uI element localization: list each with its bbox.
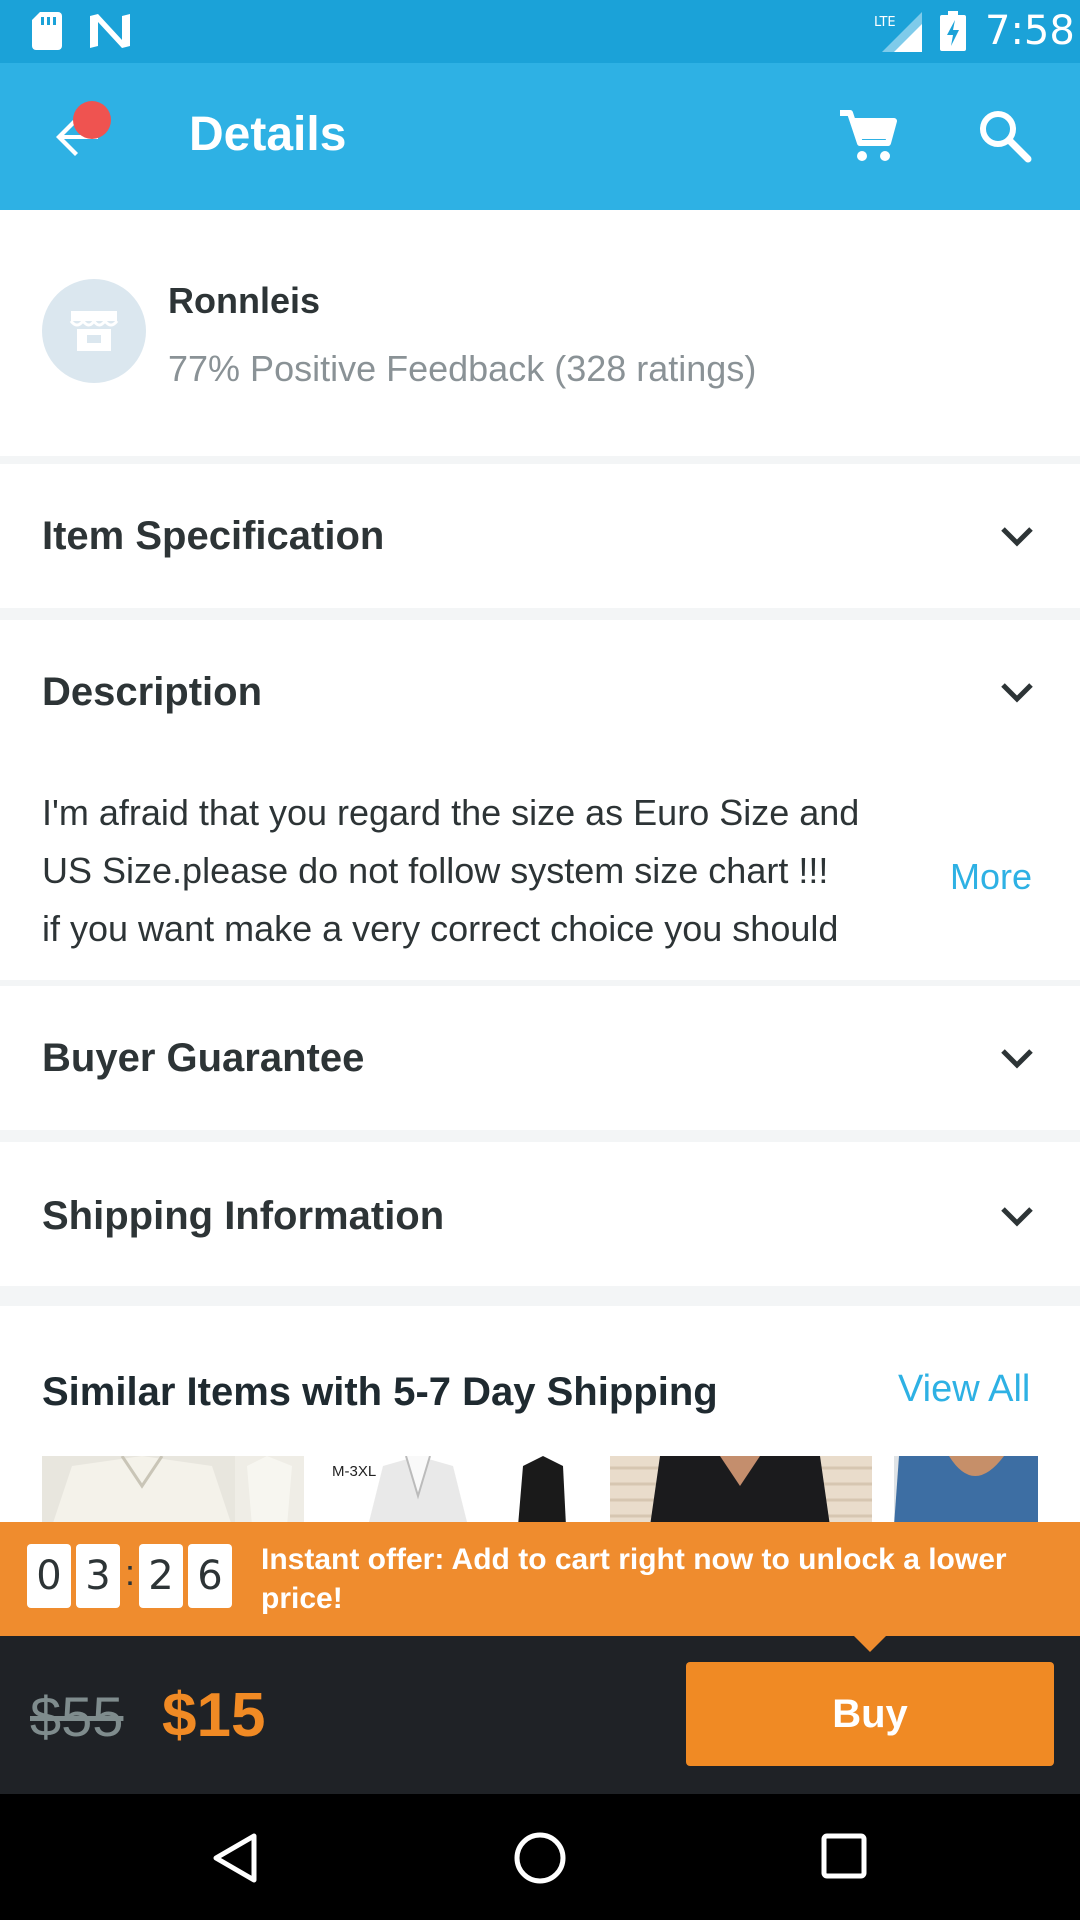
- sd-card-icon: [32, 12, 62, 50]
- lte-signal-icon: LTE: [874, 12, 922, 52]
- similar-item-thumbnail[interactable]: [610, 1456, 872, 1522]
- description-title: Description: [42, 670, 263, 714]
- view-all-link[interactable]: View All: [898, 1368, 1030, 1411]
- nav-back-icon[interactable]: [212, 1832, 258, 1884]
- similar-item-thumbnail[interactable]: M-3XL: [328, 1456, 590, 1522]
- buyer-guarantee-title: Buyer Guarantee: [42, 1036, 365, 1080]
- n-notification-icon: [90, 14, 130, 48]
- countdown-digit: 2: [139, 1544, 183, 1608]
- chevron-down-icon[interactable]: [1000, 526, 1034, 548]
- offer-pointer: [854, 1636, 886, 1652]
- store-icon: [69, 311, 119, 351]
- item-specification-title: Item Specification: [42, 514, 385, 558]
- description-section[interactable]: Description I'm afraid that you regard t…: [0, 620, 1080, 980]
- item-specification-section[interactable]: Item Specification: [0, 464, 1080, 608]
- store-name[interactable]: Ronnleis: [168, 280, 320, 322]
- similar-item-thumbnail[interactable]: [42, 1456, 304, 1522]
- app-bar: Details: [0, 63, 1080, 210]
- description-text: I'm afraid that you regard the size as E…: [42, 784, 942, 958]
- system-navigation-bar: [0, 1794, 1080, 1920]
- countdown-digit: 3: [76, 1544, 120, 1608]
- description-line: I'm afraid that you regard the size as E…: [42, 792, 860, 833]
- nav-home-icon[interactable]: [512, 1830, 568, 1886]
- original-price: $55: [30, 1685, 124, 1748]
- similar-item-thumbnail[interactable]: [894, 1456, 1038, 1522]
- size-range-label: M-3XL: [332, 1463, 376, 1480]
- status-bar: LTE 7:58: [0, 0, 1080, 63]
- shipping-information-title: Shipping Information: [42, 1194, 445, 1238]
- store-section[interactable]: Ronnleis 77% Positive Feedback (328 rati…: [0, 210, 1080, 456]
- search-icon[interactable]: [976, 107, 1036, 167]
- battery-charging-icon: [940, 11, 966, 51]
- instant-offer-text: Instant offer: Add to cart right now to …: [261, 1543, 1007, 1615]
- description-line: if you want make a very correct choice y…: [42, 908, 839, 949]
- description-line: US Size.please do not follow system size…: [42, 850, 829, 891]
- instant-offer-banner[interactable]: 0 3 : 2 6 Instant offer: Add to cart rig…: [0, 1522, 1080, 1652]
- buy-button[interactable]: Buy: [686, 1662, 1054, 1766]
- nav-recents-icon[interactable]: [820, 1832, 868, 1880]
- details-content[interactable]: Ronnleis 77% Positive Feedback (328 rati…: [0, 210, 1080, 1522]
- buy-bar: $55 $15 Buy: [0, 1636, 1080, 1794]
- chevron-down-icon[interactable]: [1000, 1048, 1034, 1070]
- store-feedback: 77% Positive Feedback (328 ratings): [168, 348, 757, 389]
- similar-items-title: Similar Items with 5-7 Day Shipping: [42, 1370, 718, 1414]
- countdown-digit: 0: [27, 1544, 71, 1608]
- notification-badge: [73, 101, 111, 139]
- similar-items-section: Similar Items with 5-7 Day Shipping View…: [0, 1306, 1080, 1522]
- store-avatar: [42, 279, 146, 383]
- cart-icon[interactable]: [838, 107, 898, 167]
- description-more-link[interactable]: More: [950, 856, 1032, 898]
- countdown-separator: :: [125, 1552, 136, 1593]
- clock: 7:58: [985, 8, 1075, 54]
- chevron-down-icon[interactable]: [1000, 1206, 1034, 1228]
- shipping-information-section[interactable]: Shipping Information: [0, 1142, 1080, 1286]
- lte-label: LTE: [874, 15, 896, 30]
- page-title: Details: [189, 108, 347, 161]
- current-price: $15: [162, 1681, 266, 1750]
- buyer-guarantee-section[interactable]: Buyer Guarantee: [0, 986, 1080, 1130]
- countdown-digit: 6: [188, 1544, 232, 1608]
- chevron-down-icon[interactable]: [1000, 682, 1034, 704]
